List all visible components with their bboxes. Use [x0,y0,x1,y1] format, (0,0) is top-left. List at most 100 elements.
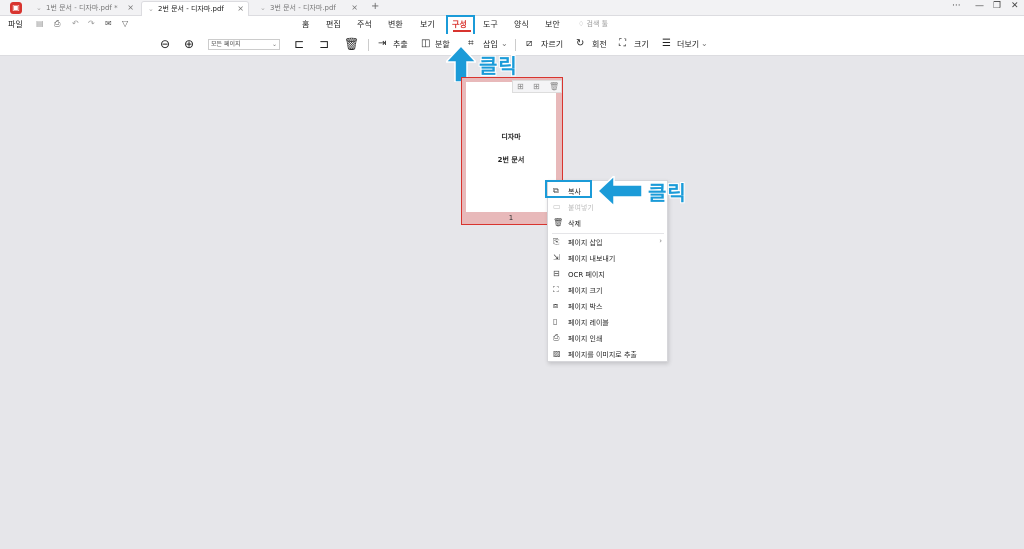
menu-home[interactable]: 홈 [302,19,309,30]
ctx-page-label[interactable]: ▯ 페이지 레이블 [548,314,667,330]
page-range-select[interactable]: 모든 페이지 ⌄ [208,39,280,50]
page-range-value: 모든 페이지 [211,41,241,48]
print-icon[interactable]: ⎙ [54,19,60,29]
zoom-in-icon[interactable]: ⊕ [184,37,194,51]
page-number: 1 [508,214,514,222]
mail-icon[interactable]: ✉ [105,19,112,28]
close-window-icon[interactable]: ✕ [1011,1,1019,11]
tab-bar: ▣ ⌄ 1번 문서 - 디자마.pdf * × ⌄ 2번 문서 - 디자마.pdf … [0,0,1024,16]
crop-button[interactable]: 자르기 [541,39,563,50]
ctx-export-page-label: 페이지 내보내기 [568,255,616,263]
menu-annotate[interactable]: 주석 [357,19,372,30]
ctx-export-page[interactable]: ⇲ 페이지 내보내기 [548,250,667,266]
more-button[interactable]: 더보기 [677,39,699,50]
insert-before-icon[interactable]: ⊏ [294,37,304,51]
rotate-icon[interactable]: ↻ [576,37,584,51]
more-dropdown-icon[interactable]: ⌄ [701,39,708,48]
delete-page-icon[interactable]: 🗑 [344,37,359,51]
size-button[interactable]: 크기 [634,39,649,50]
tab-close-icon[interactable]: × [237,2,244,16]
crop-icon[interactable]: ⧄ [526,37,532,51]
tab-close-icon[interactable]: × [127,1,134,15]
image-extract-icon: ▨ [553,349,561,358]
ctx-page-label-label: 페이지 레이블 [568,319,609,327]
dropdown-icon[interactable]: ▽ [122,19,128,28]
restore-icon[interactable]: ❐ [993,1,1001,11]
file-menu[interactable]: 파일 [8,19,23,30]
ctx-ocr-page[interactable]: ⊟ OCR 페이지 [548,266,667,282]
pdf-icon: ⌄ [148,5,154,13]
chevron-down-icon: ⌄ [271,41,277,48]
highlight-box-copy [545,180,592,198]
more-list-icon[interactable]: ☰ [662,37,671,51]
lightbulb-icon: ♢ [578,20,585,28]
pdf-icon: ⌄ [36,4,42,12]
menu-forms[interactable]: 양식 [514,19,529,30]
menu-convert[interactable]: 변환 [388,19,403,30]
tab-label: 2번 문서 - 디자마.pdf [158,5,224,13]
tab-document-3[interactable]: ⌄ 3번 문서 - 디자마.pdf × [254,1,362,16]
ctx-print-page-label: 페이지 인쇄 [568,335,603,343]
page-label-icon: ▯ [553,317,558,326]
ctx-delete[interactable]: 🗑 삭제 [548,215,667,231]
menu-bar: 파일 ▤ ⎙ ↶ ↷ ✉ ▽ 홈 편집 주석 변환 보기 구성 도구 양식 보안… [0,16,1024,34]
tab-document-2[interactable]: ⌄ 2번 문서 - 디자마.pdf × [141,1,249,16]
ocr-icon: ⊟ [553,269,560,278]
thumbnail-toolbar: ⊞ ⊞ 🗑 [512,80,562,93]
ctx-insert-page[interactable]: ⎘ 페이지 삽입 › [548,234,667,250]
search-tools-label: 검색 툴 [586,20,609,28]
menu-tools[interactable]: 도구 [483,19,498,30]
minimize-icon[interactable]: — [975,1,984,11]
tab-document-1[interactable]: ⌄ 1번 문서 - 디자마.pdf * × [30,1,138,16]
menu-security[interactable]: 보안 [545,19,560,30]
rotate-button[interactable]: 회전 [592,39,607,50]
ctx-extract-image[interactable]: ▨ 페이지를 이미지로 추출 [548,346,667,362]
app-logo-icon[interactable]: ▣ [10,2,22,14]
save-icon[interactable]: ▤ [36,19,44,28]
chevron-right-icon: › [659,237,662,245]
split-icon[interactable]: ◫ [421,37,430,51]
ctx-paste-label: 붙여넣기 [568,204,594,212]
undo-icon[interactable]: ↶ [72,19,79,28]
new-tab-button[interactable]: + [371,1,379,12]
click-annotation-1: 클릭 [478,53,518,79]
arrow-left-icon [598,176,642,206]
thumbnail-title: 디자마 [501,133,521,141]
ctx-page-size[interactable]: ⛶ 페이지 크기 [548,282,667,298]
page-size-icon[interactable]: ⛶ [619,37,626,51]
toolbar-divider [368,39,369,51]
search-tools[interactable]: ♢ 검색 툴 [578,19,608,29]
insert-before-icon[interactable]: ⊞ [517,82,524,91]
extract-button[interactable]: 추출 [393,39,408,50]
redo-icon[interactable]: ↷ [88,19,95,28]
insert-after-icon[interactable]: ⊐ [319,37,329,51]
ctx-delete-label: 삭제 [568,220,581,228]
thumbnail-subtitle: 2번 문서 [497,156,525,164]
export-page-icon: ⇲ [553,253,560,262]
insert-after-icon[interactable]: ⊞ [533,82,540,91]
pdf-icon: ⌄ [260,4,266,12]
insert-dropdown-icon[interactable]: ⌄ [501,39,508,48]
paste-icon: ▭ [553,202,561,211]
tab-close-icon[interactable]: × [351,1,358,15]
trash-icon: 🗑 [553,218,564,227]
extract-icon[interactable]: ⇥ [378,37,386,51]
menu-edit[interactable]: 편집 [326,19,341,30]
tab-label: 3번 문서 - 디자마.pdf [270,4,336,12]
ctx-print-page[interactable]: ⎙ 페이지 인쇄 [548,330,667,346]
ctx-page-box[interactable]: ⧈ 페이지 박스 [548,298,667,314]
page-thumbnail[interactable] [466,82,556,212]
context-menu: ⧉ 복사 ▭ 붙여넣기 🗑 삭제 ⎘ 페이지 삽입 › ⇲ 페이지 내보내기 ⊟… [547,180,668,362]
ctx-insert-page-label: 페이지 삽입 [568,239,603,247]
page-size-icon: ⛶ [553,285,559,294]
print-icon: ⎙ [553,333,560,342]
insert-button[interactable]: 삽입 [483,39,498,50]
insert-page-icon: ⎘ [553,237,560,246]
menu-view[interactable]: 보기 [420,19,435,30]
more-options-icon[interactable]: ··· [952,1,961,11]
click-annotation-2: 클릭 [647,180,687,206]
trash-icon[interactable]: 🗑 [549,82,559,91]
ctx-ocr-page-label: OCR 페이지 [568,271,605,279]
zoom-out-icon[interactable]: ⊖ [160,37,170,51]
ctx-page-box-label: 페이지 박스 [568,303,603,311]
